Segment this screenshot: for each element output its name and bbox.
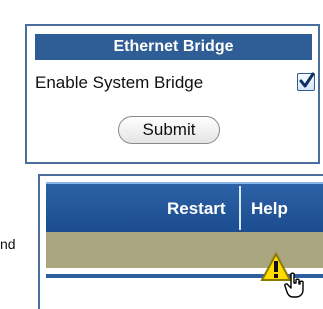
ethernet-bridge-panel: Ethernet Bridge Enable System Bridge Sub… [25,24,320,164]
checkmark-icon [299,72,315,88]
nav-bar: Restart Help [46,182,323,232]
partial-text: nd [0,236,16,252]
enable-system-bridge-row: Enable System Bridge [35,70,315,96]
panel-title: Ethernet Bridge [35,34,312,60]
enable-system-bridge-label: Enable System Bridge [35,73,204,92]
restart-link[interactable]: Restart [167,196,226,222]
submit-button[interactable]: Submit [118,116,220,144]
nav-divider [239,186,241,230]
navbar-crop: Restart Help [38,174,323,309]
hand-cursor-icon [284,272,304,298]
enable-system-bridge-checkbox[interactable] [297,72,315,91]
help-link[interactable]: Help [251,196,288,222]
